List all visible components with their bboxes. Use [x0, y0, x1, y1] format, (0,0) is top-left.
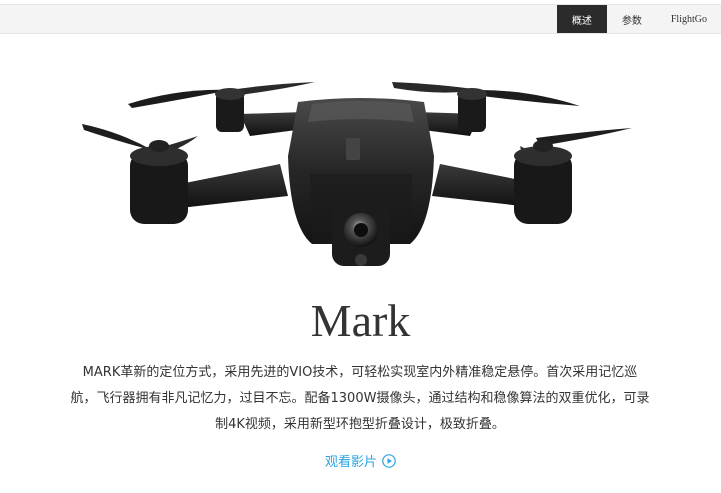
- drone-image: [82, 82, 632, 266]
- tab-overview[interactable]: 概述: [556, 5, 607, 33]
- tab-flightgo[interactable]: FlightGo: [657, 5, 721, 33]
- product-title: Mark: [310, 295, 411, 346]
- play-circle-icon: [382, 453, 396, 468]
- nav-tabs: 概述 参数 FlightGo: [556, 5, 721, 33]
- top-navbar: 概述 参数 FlightGo: [0, 4, 721, 34]
- watch-video-label: 观看影片: [324, 455, 377, 470]
- product-description: MARK革新的定位方式，采用先进的VIO技术，可轻松实现室内外精准稳定悬停。首次…: [70, 365, 650, 432]
- tab-specs[interactable]: 参数: [607, 5, 657, 33]
- watch-video-link[interactable]: 观看影片: [0, 451, 721, 470]
- product-page: 概述 参数 FlightGo Mark MARK革新的定位方式，采用先进的VIO…: [0, 0, 721, 493]
